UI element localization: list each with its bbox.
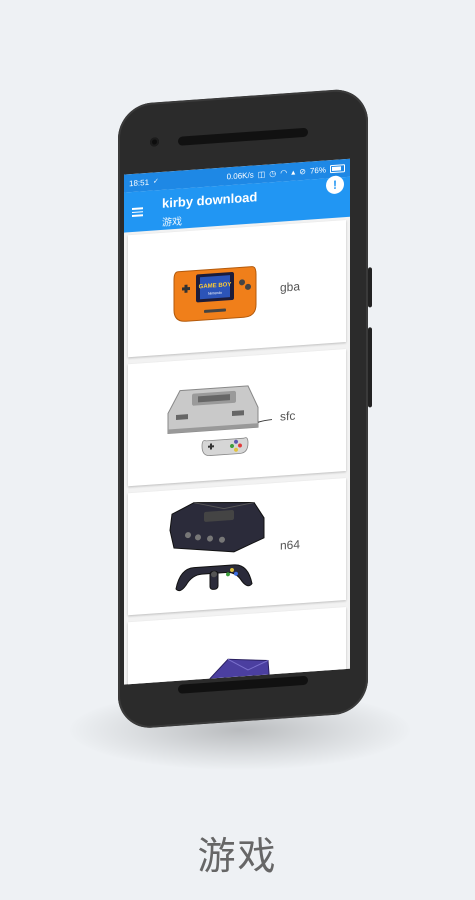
signal-icon: ▴ [291,167,296,177]
net-speed: 0.06K/s [226,170,254,181]
app-subtitle: 游戏 [162,216,182,229]
notification-icon: ✓ [153,178,159,186]
list-item-sfc[interactable]: sfc [128,349,346,487]
page-caption: 游戏 [197,834,278,878]
earpiece [178,127,308,146]
phone-frame: 18:51 ✓ 0.06K/s ◫ ◷ ◠ ▴ ⊘ 76% kirby down… [118,87,372,730]
alarm-icon: ◷ [269,168,277,178]
list-item-gba[interactable]: GAME BOY Nintendo gba [128,220,346,358]
status-time: 18:51 [129,177,150,188]
n64-label: n64 [280,537,301,553]
vibrate-icon: ◫ [257,169,266,179]
power-button [368,267,372,308]
list-item-gamecube[interactable] [128,607,346,685]
dnd-icon: ⊘ [299,166,306,176]
game-list: GAME BOY Nintendo gba sfc n64 [124,217,350,685]
super-famicom-icon [167,385,272,456]
gba-label: gba [280,279,301,295]
battery-icon [330,164,345,174]
app-title: kirby download [162,189,258,211]
wifi-icon: ◠ [280,167,288,178]
nintendo-64-icon [169,501,265,592]
volume-button [368,327,372,408]
screen: 18:51 ✓ 0.06K/s ◫ ◷ ◠ ▴ ⊘ 76% kirby down… [124,158,350,685]
hamburger-menu-icon[interactable] [132,207,143,217]
front-camera [150,137,159,147]
sfc-label: sfc [280,408,296,424]
list-item-n64[interactable]: n64 [128,478,346,616]
gameboy-advance-icon: GAME BOY Nintendo [173,266,257,322]
info-button[interactable]: ! [326,175,344,195]
battery-percent: 76% [309,164,326,176]
